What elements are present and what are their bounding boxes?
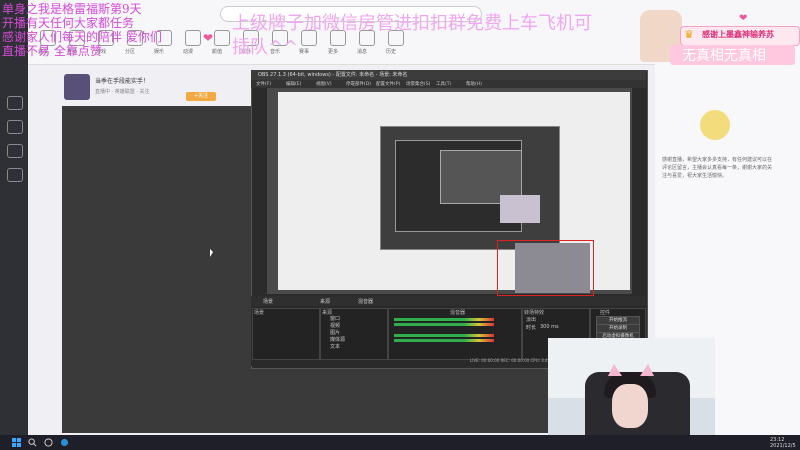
game-icon[interactable]: [7, 168, 23, 182]
transition-select[interactable]: 淡出: [526, 316, 536, 323]
audio-meter: [394, 323, 494, 326]
source-item[interactable]: 文本: [330, 343, 340, 350]
overlay-tag-text: 无真相无真相: [682, 48, 766, 64]
home-icon[interactable]: [7, 96, 23, 110]
nav-item-label[interactable]: 分区: [125, 48, 135, 55]
tab-scenes[interactable]: 场景: [263, 298, 273, 305]
source-item[interactable]: 图片: [330, 329, 340, 336]
obs-menu-item[interactable]: 帮助(H): [466, 81, 482, 87]
nested-webcam-capture: [500, 195, 540, 223]
source-selection-frame[interactable]: [497, 240, 594, 296]
tab-mixer[interactable]: 混音器: [358, 298, 373, 305]
tab-sources[interactable]: 来源: [320, 298, 330, 305]
overlay-announcement: 上级牌子加微信房管进扣扣群免费上车飞机可插队^^: [232, 13, 592, 58]
follow-icon[interactable]: [7, 120, 23, 134]
obs-menu-item[interactable]: 工具(T): [436, 81, 451, 87]
obs-menu-item[interactable]: 文件(F): [256, 81, 271, 87]
scenes-header: 场景: [254, 310, 265, 316]
overlay-line: 直播不易 全靠点赞: [2, 44, 102, 58]
mixer-header: 混音器: [450, 310, 466, 316]
obs-menu-item[interactable]: 停靠部件(D): [346, 81, 371, 87]
mascot-image: [700, 110, 730, 140]
heart-icon: ❤: [739, 13, 748, 24]
source-item[interactable]: 视频: [330, 322, 340, 329]
nav-item-icon[interactable]: [185, 30, 201, 46]
source-item[interactable]: 窗口: [330, 315, 340, 322]
video-icon[interactable]: [7, 144, 23, 158]
nav-item-icon[interactable]: [214, 30, 230, 46]
duration-value[interactable]: 300 ms: [540, 324, 559, 330]
mouse-cursor: [210, 249, 213, 257]
crown-icon: ♛: [684, 28, 694, 41]
room-title: 当季在手段能实手！: [95, 78, 150, 85]
transition-header: 转场特效: [524, 310, 545, 316]
windows-start-icon[interactable]: [12, 438, 21, 447]
obs-menu-item[interactable]: 配置文件(P): [376, 81, 400, 87]
obs-menu-item[interactable]: 视图(V): [316, 81, 332, 87]
heart-icon: ❤: [203, 31, 214, 45]
audio-meter: [394, 318, 494, 321]
clock-date[interactable]: 2021/12/5: [770, 443, 796, 449]
left-sidebar: [0, 0, 28, 435]
cat-ear-headset-icon: [608, 364, 654, 376]
streamer-face: [612, 384, 648, 428]
audio-meter: [394, 334, 494, 337]
overlay-line: 单身之我是格雷福斯第9天: [2, 2, 142, 16]
chat-text: 感谢直播，希望大家多多支持，有任何建议可以在评论区留言，主播会认真看每一条，谢谢…: [662, 157, 773, 179]
audio-meter: [394, 339, 494, 342]
nav-item-label[interactable]: 娱乐: [154, 48, 164, 55]
task-view-icon[interactable]: [44, 438, 53, 447]
obs-menu-item[interactable]: 场景集合(S): [406, 81, 430, 87]
nav-item-label[interactable]: 颜值: [212, 48, 222, 55]
duration-label: 时长: [526, 325, 537, 331]
obs-menu-item[interactable]: 编辑(E): [286, 81, 301, 87]
room-meta: 直播中 · 英雄联盟 · 关注: [95, 89, 150, 95]
nav-item-label[interactable]: 动漫: [183, 48, 193, 55]
browser-icon[interactable]: [60, 438, 69, 447]
streamer-avatar[interactable]: [64, 74, 90, 100]
source-item[interactable]: 媒体源: [330, 336, 345, 343]
overlay-line: 感谢家人们每天的陪伴 爱你们: [2, 30, 162, 44]
overlay-line: 开播有天任何大家都任务: [2, 16, 135, 30]
search-icon[interactable]: [28, 438, 37, 447]
follow-button[interactable]: +关注: [186, 92, 216, 101]
controls-header: 控件: [600, 310, 611, 316]
thanks-banner-text: 感谢上墨鑫神输养苏: [702, 30, 774, 39]
taskbar: [0, 435, 800, 450]
obs-title: OBS 27.1.3 (64-bit, windows) - 配置文件: 未命名…: [258, 72, 408, 78]
obs-dock-tabs: [251, 296, 646, 306]
